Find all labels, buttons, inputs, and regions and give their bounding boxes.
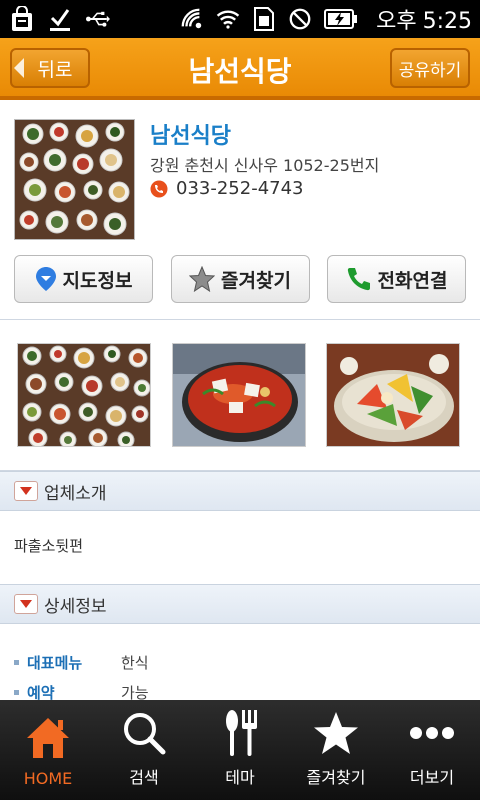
- detail-label: 예약: [27, 684, 55, 700]
- detail-section-header[interactable]: 상세정보: [0, 584, 480, 624]
- restaurant-address: 강원 춘천시 신사우 1052-25번지: [150, 156, 380, 175]
- map-info-label: 지도정보: [62, 269, 133, 292]
- phone-icon: [347, 268, 370, 291]
- phone-number: 033-252-4743: [176, 178, 304, 199]
- collapse-arrow-icon: [14, 594, 38, 614]
- call-label: 전화연결: [377, 269, 448, 292]
- more-dots-icon: [408, 710, 456, 756]
- detail-section-title: 상세정보: [44, 596, 107, 617]
- map-pin-icon: [35, 267, 56, 291]
- usb-icon: [86, 6, 110, 32]
- photo-2[interactable]: [172, 343, 306, 447]
- nav-home-label: HOME: [23, 769, 73, 788]
- nav-favorites[interactable]: 즐겨찾기: [288, 700, 384, 800]
- photo-gallery: [0, 321, 480, 471]
- share-button[interactable]: 공유하기: [390, 48, 470, 88]
- status-bar: 오후 5:25: [0, 0, 480, 38]
- star-icon: [189, 266, 216, 292]
- battery-charging-icon: [324, 6, 358, 32]
- detail-section-body: 대표메뉴 한식 예약 가능: [0, 624, 480, 700]
- favorite-label: 즐겨찾기: [221, 269, 291, 292]
- clock: 오후 5:25: [370, 3, 472, 35]
- detail-value: 한식: [121, 654, 149, 672]
- nav-more[interactable]: 더보기: [384, 700, 480, 800]
- photo-1[interactable]: [17, 343, 151, 447]
- nav-theme[interactable]: 테마: [192, 700, 288, 800]
- restaurant-phone[interactable]: 033-252-4743: [150, 178, 304, 199]
- sim-card-icon: [252, 6, 276, 32]
- shopping-bag-icon: [10, 6, 34, 32]
- title-bar: 뒤로 남선식당 공유하기: [0, 38, 480, 100]
- nav-search[interactable]: 검색: [96, 700, 192, 800]
- share-button-label: 공유하기: [398, 60, 462, 81]
- action-buttons: 지도정보 즐겨찾기 전화연결: [14, 255, 466, 303]
- phone-small-icon: [150, 180, 168, 197]
- search-icon: [120, 710, 168, 756]
- detail-value: 가능: [121, 684, 149, 700]
- back-arrow-icon: [14, 58, 24, 78]
- ampm-label: 오후: [376, 9, 417, 34]
- bullet: [14, 660, 19, 665]
- nav-search-label: 검색: [129, 768, 159, 787]
- nav-home[interactable]: HOME: [0, 700, 96, 800]
- map-info-button[interactable]: 지도정보: [14, 255, 153, 303]
- bottom-navigation: HOME 검색 테마 즐겨찾기 더보기: [0, 700, 480, 800]
- detail-row-reservation: 예약 가능: [14, 682, 149, 700]
- intro-section-body: 파출소뒷편: [0, 511, 480, 584]
- photo-3[interactable]: [326, 343, 460, 447]
- utensils-icon: [216, 710, 264, 756]
- nav-more-label: 더보기: [409, 768, 455, 787]
- intro-section-header[interactable]: 업체소개: [0, 471, 480, 511]
- wifi-icon: [216, 6, 240, 32]
- intro-text: 파출소뒷편: [14, 537, 84, 555]
- restaurant-info: 남선식당 강원 춘천시 신사우 1052-25번지 033-252-4743 지…: [0, 104, 480, 320]
- home-icon: [24, 715, 72, 761]
- no-signal-icon: [288, 6, 312, 32]
- favorite-button[interactable]: 즐겨찾기: [170, 255, 310, 303]
- detail-row-menu: 대표메뉴 한식: [14, 652, 149, 673]
- nav-theme-label: 테마: [225, 768, 255, 787]
- call-button[interactable]: 전화연결: [327, 255, 466, 303]
- back-button-label: 뒤로: [37, 58, 73, 81]
- detail-label: 대표메뉴: [27, 654, 83, 672]
- back-button[interactable]: 뒤로: [10, 48, 90, 88]
- star-icon: [312, 710, 360, 756]
- intro-section-title: 업체소개: [44, 483, 107, 504]
- download-check-icon: [48, 6, 72, 32]
- time-label: 5:25: [422, 9, 472, 34]
- bullet: [14, 690, 19, 695]
- nav-favorites-label: 즐겨찾기: [306, 768, 366, 787]
- restaurant-name: 남선식당: [150, 124, 231, 149]
- restaurant-thumbnail[interactable]: [14, 119, 135, 240]
- nfc-signal-icon: [180, 6, 204, 32]
- collapse-arrow-icon: [14, 481, 38, 501]
